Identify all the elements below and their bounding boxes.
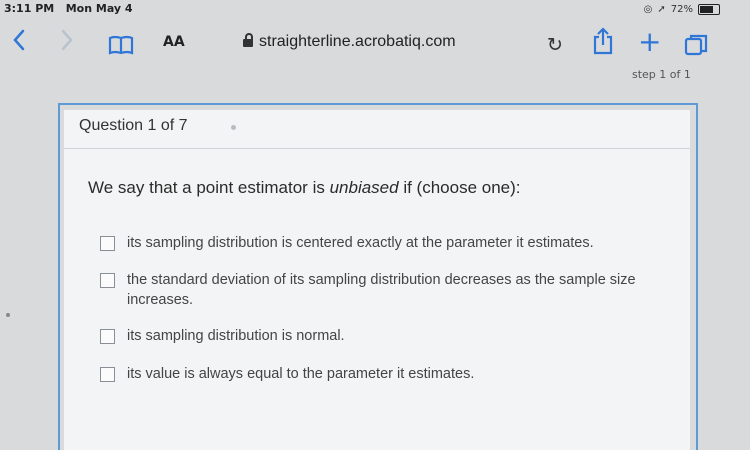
side-marker (6, 313, 10, 317)
step-indicator: step 1 of 1 (632, 68, 691, 81)
question-number: Question 1 of 7 (79, 117, 188, 134)
status-bar: 3:11 PM Mon May 4 ◎ ➚ 72% (0, 0, 750, 22)
answer-option-1[interactable]: its sampling distribution is centered ex… (100, 233, 660, 253)
option-label[interactable]: its value is always equal to the paramet… (127, 364, 474, 384)
status-dot (231, 125, 236, 130)
checkbox[interactable] (100, 329, 115, 344)
question-stem: We say that a point estimator is unbiase… (88, 178, 521, 197)
address-bar[interactable]: straighterline.acrobatiq.com (243, 32, 456, 51)
text-size-button[interactable]: AA (163, 34, 185, 50)
answer-option-2[interactable]: the standard deviation of its sampling d… (100, 270, 660, 310)
new-tab-icon[interactable]: + (638, 27, 661, 57)
location-icon: ➚ (657, 4, 666, 15)
url-text[interactable]: straighterline.acrobatiq.com (259, 33, 456, 51)
stem-emphasis: unbiased (329, 178, 399, 197)
bookmarks-icon[interactable] (108, 32, 134, 62)
battery-icon (698, 4, 720, 15)
battery-percent: 72% (670, 4, 693, 15)
status-time-date: 3:11 PM Mon May 4 (4, 2, 133, 15)
forward-icon[interactable] (60, 28, 74, 58)
tabs-icon[interactable] (684, 34, 708, 65)
checkbox[interactable] (100, 273, 115, 288)
checkbox[interactable] (100, 367, 115, 382)
back-icon[interactable] (12, 28, 26, 58)
browser-toolbar: AA straighterline.acrobatiq.com ↻ + (0, 22, 750, 64)
checkbox[interactable] (100, 236, 115, 251)
share-icon[interactable] (592, 27, 614, 62)
status-indicators: ◎ ➚ 72% (644, 4, 720, 15)
lock-icon (243, 32, 253, 48)
option-label[interactable]: its sampling distribution is centered ex… (127, 233, 594, 253)
option-label[interactable]: its sampling distribution is normal. (127, 326, 345, 346)
option-label[interactable]: the standard deviation of its sampling d… (127, 270, 660, 310)
answer-option-3[interactable]: its sampling distribution is normal. (100, 326, 660, 346)
answer-option-4[interactable]: its value is always equal to the paramet… (100, 364, 660, 384)
reload-icon[interactable]: ↻ (547, 30, 563, 60)
wifi-icon: ◎ (643, 4, 653, 15)
